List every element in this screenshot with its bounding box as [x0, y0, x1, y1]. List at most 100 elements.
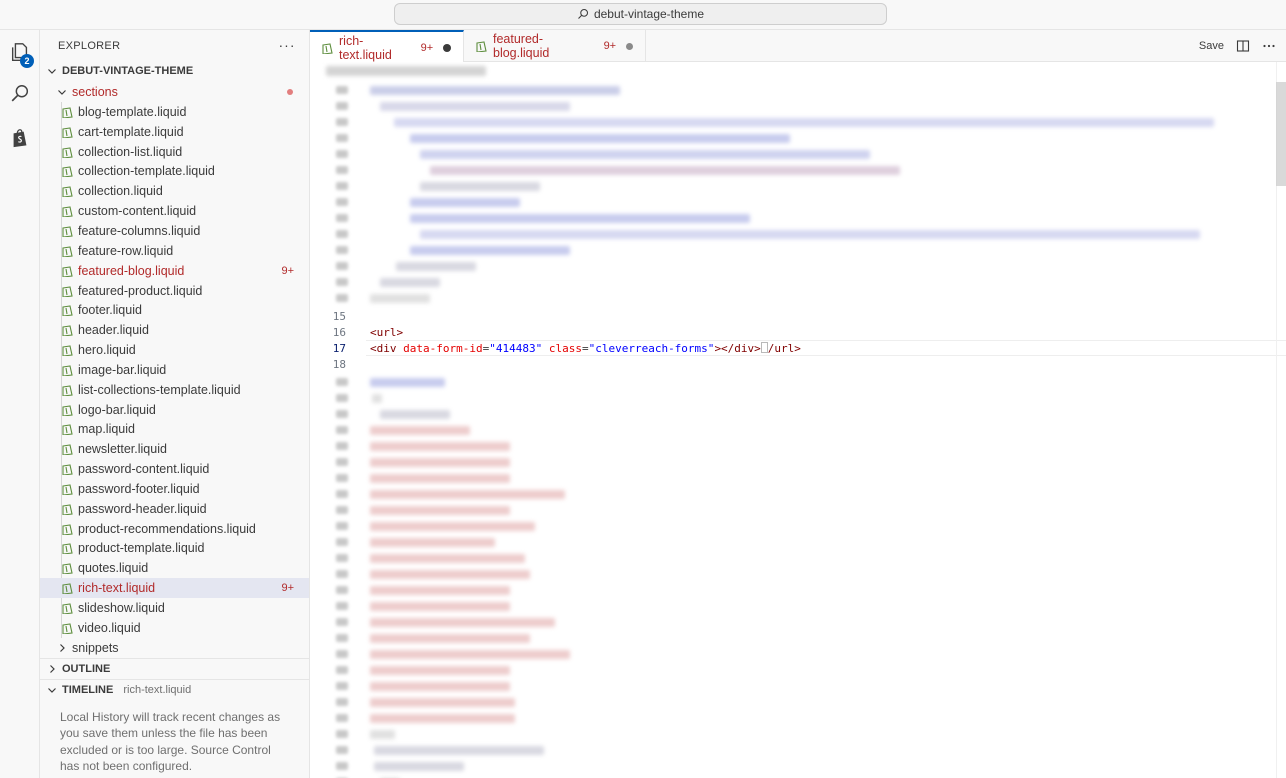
file-label: video.liquid — [78, 620, 141, 635]
file-item[interactable]: newsletter.liquid — [40, 439, 309, 459]
file-item[interactable]: featured-blog.liquid 9+ — [40, 261, 309, 281]
file-item[interactable]: product-template.liquid — [40, 539, 309, 559]
unsaved-dot-icon[interactable] — [626, 42, 633, 50]
shopify-file-icon — [62, 464, 73, 476]
scrollbar-thumb[interactable] — [1276, 82, 1286, 186]
file-item[interactable]: rich-text.liquid 9+ — [40, 578, 309, 599]
search-activity[interactable] — [0, 74, 40, 114]
unsaved-dot-icon[interactable] — [443, 43, 451, 52]
file-label: featured-blog.liquid — [78, 263, 185, 278]
file-item[interactable]: feature-row.liquid — [40, 241, 309, 261]
folder-snippets[interactable]: snippets — [40, 638, 309, 658]
file-item[interactable]: slideshow.liquid — [40, 598, 309, 618]
problem-count: 9+ — [281, 264, 294, 277]
file-item[interactable]: collection-template.liquid — [40, 162, 309, 182]
file-item[interactable]: feature-columns.liquid — [40, 221, 309, 241]
line-number-blur — [336, 394, 348, 402]
file-item[interactable]: collection.liquid — [40, 181, 309, 201]
split-editor-icon[interactable] — [1236, 39, 1250, 53]
chevron-down-icon — [48, 688, 56, 694]
file-item[interactable]: quotes.liquid — [40, 558, 309, 578]
line-number-blur — [336, 746, 348, 754]
explorer-more-actions[interactable]: ··· — [277, 36, 297, 56]
explorer-header: EXPLORER ··· — [40, 30, 309, 62]
line-number-blur — [336, 506, 348, 514]
shopify-file-icon — [62, 583, 73, 595]
line-number-blur — [336, 682, 348, 690]
shopify-file-icon — [62, 146, 73, 158]
file-item[interactable]: cart-template.liquid — [40, 122, 309, 142]
chevron-down-icon — [48, 69, 56, 74]
file-item[interactable]: list-collections-template.liquid — [40, 380, 309, 400]
code-blur — [374, 762, 464, 771]
code-token: /url> — [767, 342, 801, 355]
timeline-file: rich-text.liquid — [123, 684, 192, 697]
file-item[interactable]: password-header.liquid — [40, 499, 309, 519]
file-label: footer.liquid — [78, 303, 142, 318]
code-token: div — [376, 342, 397, 355]
file-label: map.liquid — [78, 422, 135, 437]
file-item[interactable]: password-content.liquid — [40, 459, 309, 479]
file-item[interactable]: logo-bar.liquid — [40, 400, 309, 420]
editor-scrollbar[interactable] — [1276, 62, 1286, 778]
more-actions-icon[interactable] — [1262, 39, 1276, 53]
file-item[interactable]: image-bar.liquid — [40, 360, 309, 380]
line-number: 18 — [332, 358, 346, 371]
code-blur — [410, 134, 790, 143]
shopify-file-icon — [62, 365, 73, 376]
save-button[interactable]: Save — [1199, 40, 1224, 52]
code-blur — [420, 150, 870, 159]
code-blur — [410, 246, 570, 255]
line-number-blur — [336, 714, 348, 722]
workspace-title: DEBUT-VINTAGE-THEME — [62, 65, 194, 77]
file-label: feature-row.liquid — [78, 243, 174, 258]
line-number-blur — [336, 294, 348, 302]
explorer-sidebar: EXPLORER ··· DEBUT-VINTAGE-THEME section… — [40, 30, 310, 778]
file-item[interactable]: password-footer.liquid — [40, 479, 309, 499]
code-blur — [370, 426, 470, 435]
file-label: collection-list.liquid — [78, 144, 183, 159]
line-number-blur — [336, 150, 348, 158]
file-item[interactable]: collection-list.liquid — [40, 142, 309, 162]
explorer-badge: 2 — [20, 54, 34, 68]
file-item[interactable]: blog-template.liquid — [40, 102, 309, 122]
chevron-right-icon — [60, 643, 65, 652]
file-label: password-header.liquid — [78, 501, 207, 516]
line-number-blur — [336, 246, 348, 254]
tab-rich-text[interactable]: rich-text.liquid 9+ — [310, 30, 464, 63]
file-item[interactable]: custom-content.liquid — [40, 201, 309, 221]
file-item[interactable]: featured-product.liquid — [40, 281, 309, 301]
shopify-activity[interactable] — [0, 118, 40, 158]
file-item[interactable]: hero.liquid — [40, 340, 309, 360]
code-blur — [370, 682, 510, 691]
tab-featured-blog[interactable]: featured-blog.liquid 9+ — [464, 30, 646, 62]
code-blur — [370, 650, 570, 659]
file-item[interactable]: footer.liquid — [40, 300, 309, 320]
line-number-blur — [336, 538, 348, 546]
file-item[interactable]: header.liquid — [40, 320, 309, 340]
file-item[interactable]: product-recommendations.liquid — [40, 519, 309, 539]
code-blur — [370, 86, 620, 95]
code-blur — [410, 214, 750, 223]
outline-header[interactable]: OUTLINE — [40, 657, 309, 679]
workspace-header[interactable]: DEBUT-VINTAGE-THEME — [40, 60, 309, 82]
code-blur — [380, 102, 570, 111]
file-label: feature-columns.liquid — [78, 223, 201, 238]
shopify-file-icon — [62, 285, 73, 297]
code-editor[interactable]: 15 16 17 18 <url> <div data-form-id="414… — [310, 62, 1286, 778]
file-item[interactable]: map.liquid — [40, 420, 309, 440]
line-number-blur — [336, 602, 348, 610]
command-center-search[interactable]: debut-vintage-theme — [394, 3, 887, 25]
file-item[interactable]: video.liquid — [40, 618, 309, 638]
shopify-file-icon — [62, 186, 73, 198]
timeline-message: Local History will track recent changes … — [60, 709, 281, 774]
chevron-down-icon — [58, 90, 66, 95]
line-number-blur — [336, 554, 348, 562]
line-number-blur — [336, 762, 348, 770]
line-number-blur — [336, 134, 348, 142]
timeline-header[interactable]: TIMELINE rich-text.liquid — [40, 678, 309, 701]
file-label: product-template.liquid — [78, 541, 205, 556]
folder-sections[interactable]: sections — [40, 82, 309, 102]
line-number-blur — [336, 522, 348, 530]
explorer-activity[interactable]: 2 — [0, 32, 40, 72]
